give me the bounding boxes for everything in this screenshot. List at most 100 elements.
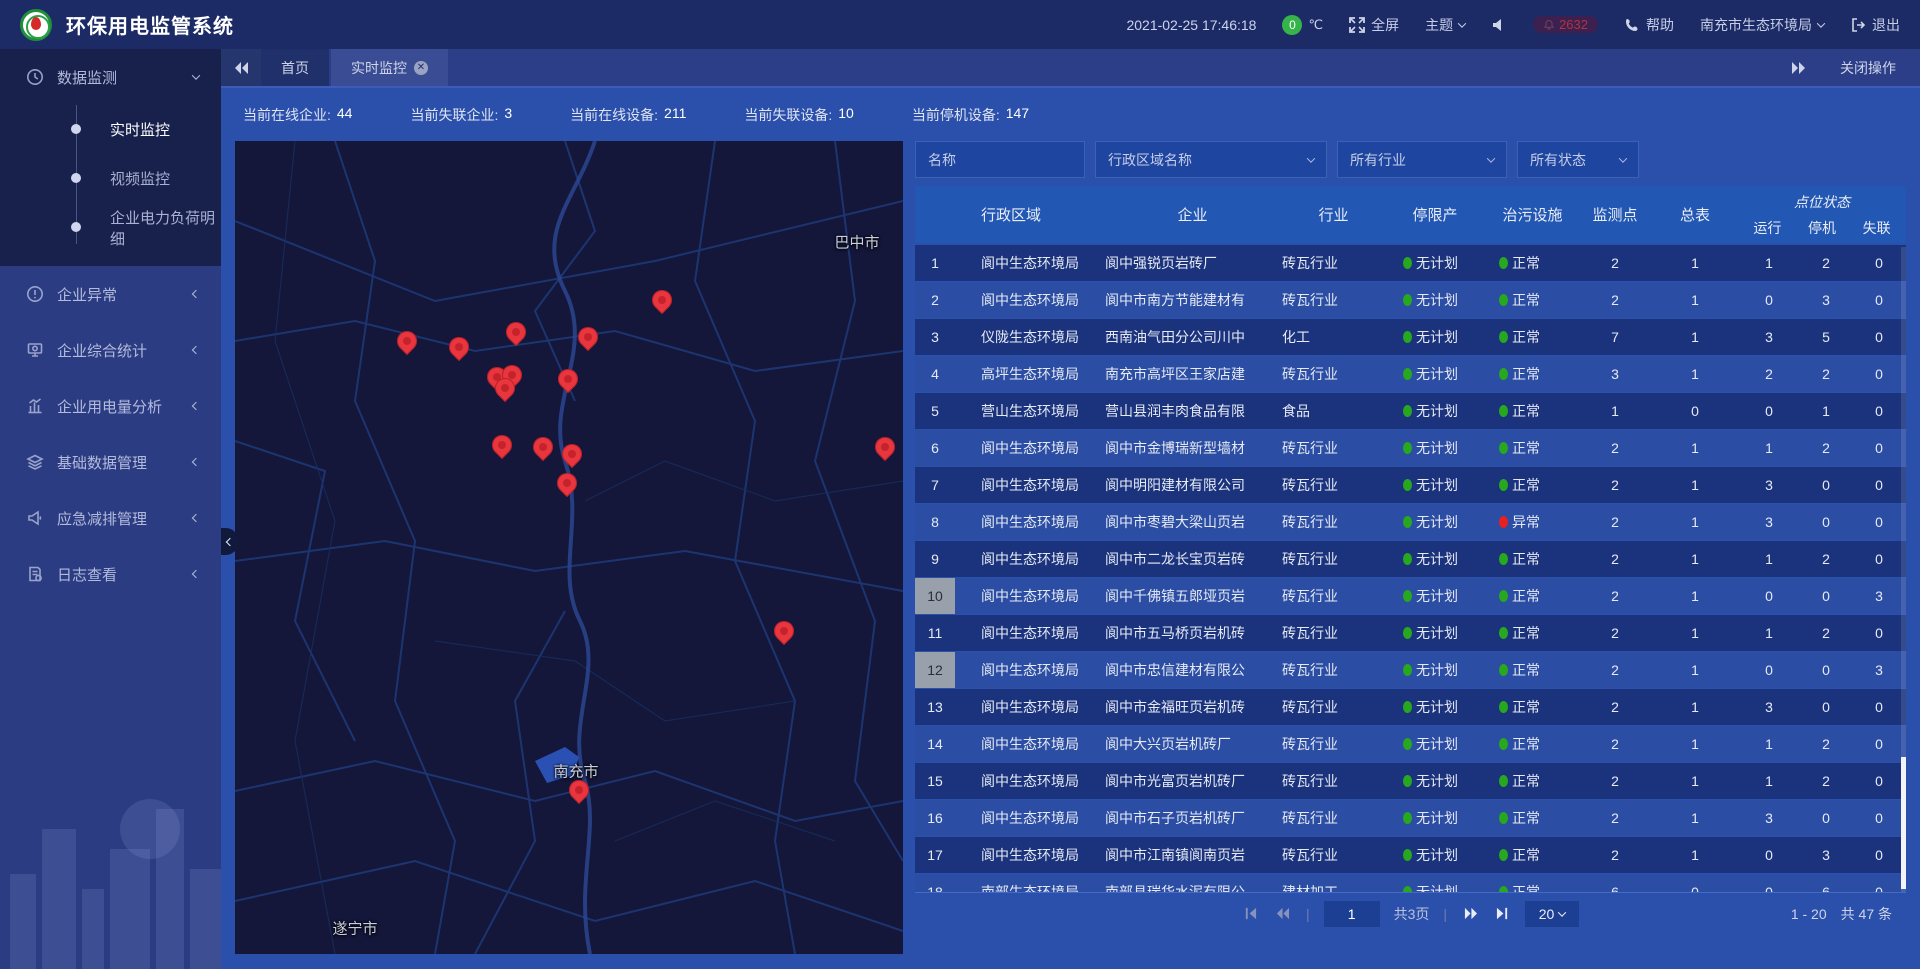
row-stop: 1	[1798, 403, 1854, 419]
page-size-select[interactable]: 20	[1525, 901, 1579, 927]
table-row[interactable]: 4 高坪生态环境局 南充市高坪区王家店建 砖瓦行业 无计划 正常 3 1 2 2…	[915, 356, 1906, 392]
row-limit-status: 无计划	[1385, 808, 1485, 828]
table-row[interactable]: 3 仪陇生态环境局 西南油气田分公司川中 化工 无计划 正常 7 1 3 5 0	[915, 319, 1906, 355]
col-facility: 治污设施	[1485, 186, 1580, 243]
row-stop: 2	[1798, 255, 1854, 271]
table-row[interactable]: 17 阆中生态环境局 阆中市江南镇阆南页岩 砖瓦行业 无计划 正常 2 1 0 …	[915, 837, 1906, 873]
table-scrollbar-thumb[interactable]	[1901, 757, 1906, 889]
row-points: 2	[1580, 699, 1650, 715]
col-point-status: 点位状态	[1794, 192, 1850, 212]
stat-value: 44	[337, 105, 353, 125]
tabs-scroll-right-button[interactable]	[1790, 61, 1806, 75]
table-row[interactable]: 10 阆中生态环境局 阆中千佛镇五郎垭页岩 砖瓦行业 无计划 正常 2 1 0 …	[915, 578, 1906, 614]
table-row[interactable]: 6 阆中生态环境局 阆中市金博瑞新型墙材 砖瓦行业 无计划 正常 2 1 1 2…	[915, 430, 1906, 466]
sidebar-subitem[interactable]: 企业电力负荷明细	[0, 203, 221, 252]
col-meters: 总表	[1650, 186, 1740, 243]
stats-bar: 当前在线企业: 44 当前失联企业: 3 当前在线设备: 211 当前失联设备:…	[221, 90, 1920, 140]
row-company: 阆中大兴页岩机砖厂	[1095, 734, 1280, 754]
theme-label: 主题	[1425, 15, 1453, 35]
sidebar-group: 企业异常	[0, 266, 221, 322]
row-stop: 2	[1798, 440, 1854, 456]
tabs-scroll-left-button[interactable]	[221, 49, 261, 86]
row-region: 阆中生态环境局	[955, 845, 1095, 865]
row-facility-status: 正常	[1485, 549, 1580, 569]
industry-filter-select[interactable]: 所有行业	[1337, 141, 1507, 178]
row-offline: 0	[1854, 403, 1904, 419]
table-row[interactable]: 5 营山生态环境局 营山县润丰肉食品有限 食品 无计划 正常 1 0 0 1 0	[915, 393, 1906, 429]
row-index: 10	[915, 578, 955, 614]
table-row[interactable]: 16 阆中生态环境局 阆中市石子页岩机砖厂 砖瓦行业 无计划 正常 2 1 3 …	[915, 800, 1906, 836]
table-row[interactable]: 15 阆中生态环境局 阆中市光富页岩机砖厂 砖瓦行业 无计划 正常 2 1 1 …	[915, 763, 1906, 799]
table-row[interactable]: 1 阆中生态环境局 阆中强锐页岩砖厂 砖瓦行业 无计划 正常 2 1 1 2 0	[915, 245, 1906, 281]
table-row[interactable]: 2 阆中生态环境局 阆中市南方节能建材有 砖瓦行业 无计划 正常 2 1 0 3…	[915, 282, 1906, 318]
tab-首页[interactable]: 首页	[261, 49, 329, 86]
logout-button[interactable]: 退出	[1850, 15, 1900, 35]
row-points: 2	[1580, 551, 1650, 567]
sidebar-subitem[interactable]: 视频监控	[0, 154, 221, 203]
status-dot	[1403, 553, 1412, 565]
chevron-down-icon	[1817, 19, 1825, 27]
row-index: 4	[915, 356, 955, 392]
stat-item: 当前失联设备: 10	[744, 105, 853, 125]
row-points: 2	[1580, 662, 1650, 678]
row-facility-status: 正常	[1485, 327, 1580, 347]
table-row[interactable]: 13 阆中生态环境局 阆中市金福旺页岩机砖 砖瓦行业 无计划 正常 2 1 3 …	[915, 689, 1906, 725]
help-label: 帮助	[1646, 15, 1674, 35]
chevron-down-icon	[1307, 154, 1315, 162]
row-limit-status: 无计划	[1385, 290, 1485, 310]
close-operations-button[interactable]: 关闭操作	[1840, 58, 1896, 78]
user-dropdown[interactable]: 南充市生态环境局	[1700, 15, 1824, 35]
sidebar-subitem[interactable]: 实时监控	[0, 105, 221, 154]
row-company: 营山县润丰肉食品有限	[1095, 401, 1280, 421]
stat-value: 10	[838, 105, 854, 125]
sidebar-item-2[interactable]: 企业综合统计	[0, 322, 221, 378]
row-points: 2	[1580, 810, 1650, 826]
row-stop: 2	[1798, 773, 1854, 789]
row-index: 12	[915, 652, 955, 688]
help-button[interactable]: 帮助	[1624, 15, 1674, 35]
region-filter-select[interactable]: 行政区域名称	[1095, 141, 1327, 178]
table-row[interactable]: 7 阆中生态环境局 阆中明阳建材有限公司 砖瓦行业 无计划 正常 2 1 3 0…	[915, 467, 1906, 503]
table-row[interactable]: 8 阆中生态环境局 阆中市枣碧大梁山页岩 砖瓦行业 无计划 异常 2 1 3 0…	[915, 504, 1906, 540]
tab-实时监控[interactable]: 实时监控✕	[331, 49, 448, 86]
prev-page-button[interactable]	[1274, 906, 1292, 922]
sidebar-item-4[interactable]: 基础数据管理	[0, 434, 221, 490]
row-index: 17	[915, 837, 955, 873]
sidebar-item-0[interactable]: 数据监测	[0, 49, 221, 105]
table-row[interactable]: 14 阆中生态环境局 阆中大兴页岩机砖厂 砖瓦行业 无计划 正常 2 1 1 2…	[915, 726, 1906, 762]
sidebar-item-1[interactable]: 企业异常	[0, 266, 221, 322]
theme-dropdown[interactable]: 主题	[1425, 15, 1465, 35]
table-row[interactable]: 9 阆中生态环境局 阆中市二龙长宝页岩砖 砖瓦行业 无计划 正常 2 1 1 2…	[915, 541, 1906, 577]
row-index: 7	[915, 467, 955, 503]
notification-count: 2632	[1559, 17, 1588, 32]
pagination-bar: | 1 共3页 | 20 1 - 20 共 47 条	[915, 892, 1906, 934]
map-canvas[interactable]: 巴中市南充市遂宁市	[235, 141, 903, 954]
fullscreen-button[interactable]: 全屏	[1349, 15, 1399, 35]
row-industry: 砖瓦行业	[1280, 290, 1385, 310]
table-row[interactable]: 12 阆中生态环境局 阆中市忠信建材有限公 砖瓦行业 无计划 正常 2 1 0 …	[915, 652, 1906, 688]
notification-badge[interactable]: 2632	[1533, 16, 1598, 33]
datetime: 2021-02-25 17:46:18	[1126, 17, 1256, 33]
row-index: 5	[915, 393, 955, 429]
table-row[interactable]: 11 阆中生态环境局 阆中市五马桥页岩机砖 砖瓦行业 无计划 正常 2 1 1 …	[915, 615, 1906, 651]
last-page-button[interactable]	[1493, 906, 1511, 922]
row-offline: 0	[1854, 699, 1904, 715]
sidebar-item-6[interactable]: 日志查看	[0, 546, 221, 602]
sidebar-item-3[interactable]: 企业用电量分析	[0, 378, 221, 434]
mute-button[interactable]	[1491, 17, 1507, 33]
temperature-unit: ℃	[1308, 17, 1323, 33]
page-number-input[interactable]: 1	[1324, 901, 1380, 927]
next-page-button[interactable]	[1461, 906, 1479, 922]
name-filter-input[interactable]	[915, 141, 1085, 178]
row-region: 阆中生态环境局	[955, 771, 1095, 791]
row-stop: 2	[1798, 625, 1854, 641]
status-filter-select[interactable]: 所有状态	[1517, 141, 1639, 178]
row-index: 6	[915, 430, 955, 466]
row-stop: 0	[1798, 477, 1854, 493]
sidebar-item-5[interactable]: 应急减排管理	[0, 490, 221, 546]
name-input[interactable]	[928, 152, 1072, 168]
tab-close-icon[interactable]: ✕	[414, 61, 428, 75]
first-page-button[interactable]	[1242, 906, 1260, 922]
row-offline: 0	[1854, 292, 1904, 308]
status-dot	[1499, 701, 1508, 713]
